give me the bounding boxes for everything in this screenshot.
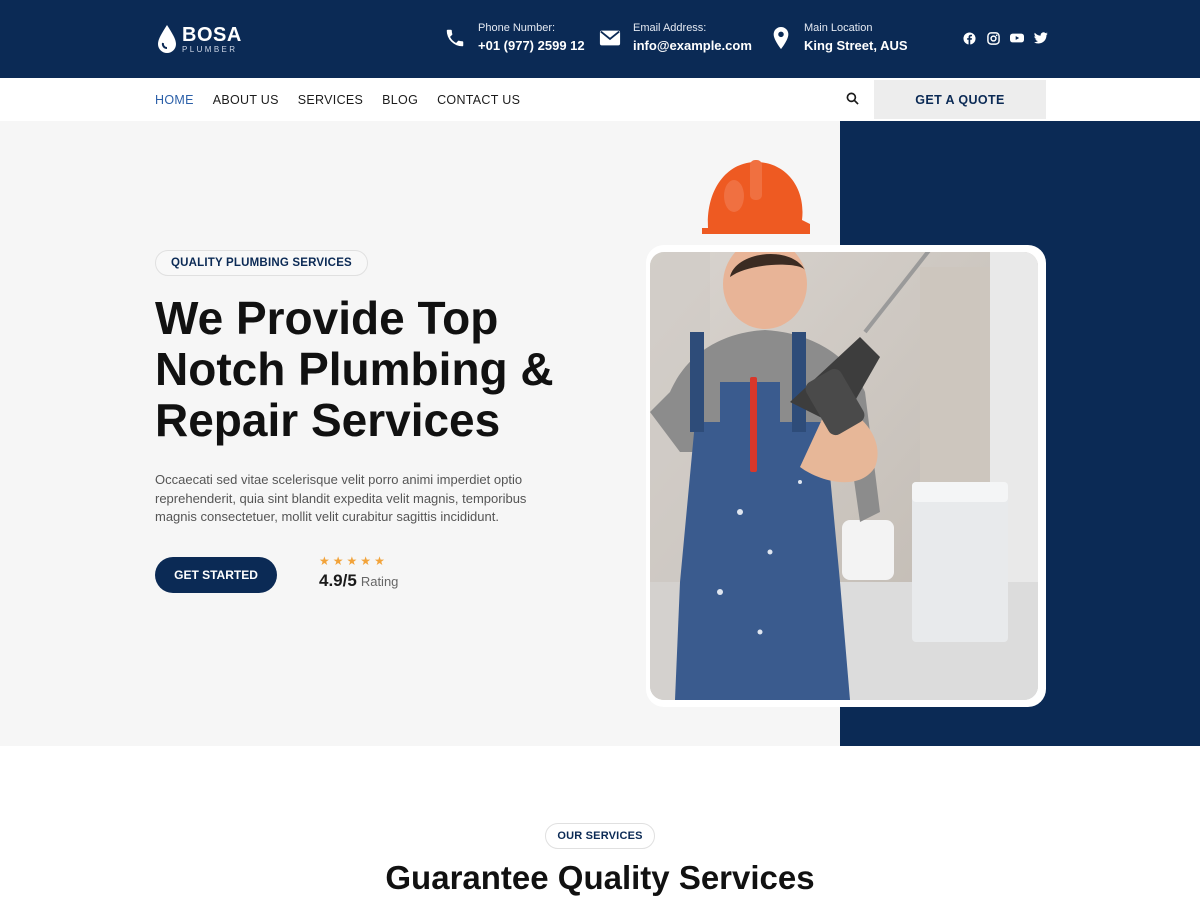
envelope-icon [599, 27, 621, 49]
star-icon: ★ [319, 554, 330, 568]
phone-label: Phone Number: [478, 22, 556, 34]
map-pin-icon [770, 26, 792, 49]
hero-image-frame [646, 245, 1046, 707]
hard-hat-graphic [702, 160, 810, 234]
rating-stars: ★ ★ ★ ★ ★ [319, 555, 385, 567]
email-info: Email Address: info@example.com [599, 22, 752, 53]
nav-item-about-us[interactable]: ABOUT US [213, 93, 279, 107]
star-icon: ★ [332, 554, 344, 568]
plumber-photo [650, 252, 1038, 700]
nav-item-home[interactable]: HOME [155, 93, 194, 107]
hero-section: QUALITY PLUMBING SERVICES We Provide Top… [0, 121, 1200, 746]
hero-description: Occaecati sed vitae scelerisque velit po… [155, 472, 527, 524]
nav-item-blog[interactable]: BLOG [382, 93, 418, 107]
services-badge: OUR SERVICES [545, 823, 655, 849]
rating-label: Rating [360, 574, 399, 589]
brand-logo[interactable]: BOSA PLUMBER [156, 24, 242, 54]
rating-scale: /5 [342, 571, 357, 590]
phone-value[interactable]: +01 (977) 2599 12 [478, 38, 585, 53]
email-label: Email Address: [633, 22, 707, 34]
search-icon[interactable] [846, 92, 860, 106]
location-label: Main Location [804, 22, 873, 34]
nav-item-contact-us[interactable]: CONTACT US [437, 93, 520, 107]
brand-tagline: PLUMBER [182, 44, 238, 54]
main-nav: HOME ABOUT US SERVICES BLOG CONTACT US G… [0, 78, 1200, 121]
email-value[interactable]: info@example.com [633, 38, 752, 53]
hero-headline: We Provide Top Notch Plumbing & Repair S… [155, 292, 554, 446]
services-title: Guarantee Quality Services [385, 859, 815, 896]
instagram-icon[interactable] [986, 31, 1000, 45]
top-bar: BOSA PLUMBER Phone Number: +01 (977) 259… [0, 0, 1200, 78]
location-info: Main Location King Street, AUS [770, 22, 908, 53]
rating-summary: 4.9/5 Rating [319, 571, 398, 591]
rating-value: 4.9 [319, 571, 343, 590]
social-links [962, 31, 1048, 45]
star-icon: ★ [360, 554, 372, 568]
phone-icon [444, 27, 466, 49]
twitter-icon[interactable] [1034, 31, 1048, 45]
star-icon: ★ [346, 554, 358, 568]
star-icon: ★ [374, 554, 385, 568]
facebook-icon[interactable] [962, 31, 976, 45]
phone-info: Phone Number: +01 (977) 2599 12 [444, 22, 585, 53]
nav-item-services[interactable]: SERVICES [298, 93, 363, 107]
nav-menu: HOME ABOUT US SERVICES BLOG CONTACT US [155, 78, 520, 121]
brand-name: BOSA [182, 23, 242, 46]
youtube-icon[interactable] [1010, 31, 1024, 45]
get-a-quote-button[interactable]: GET A QUOTE [874, 80, 1046, 119]
water-drop-icon [158, 25, 176, 53]
location-value: King Street, AUS [804, 38, 908, 53]
get-started-button[interactable]: GET STARTED [155, 557, 277, 593]
hero-badge: QUALITY PLUMBING SERVICES [155, 250, 368, 276]
